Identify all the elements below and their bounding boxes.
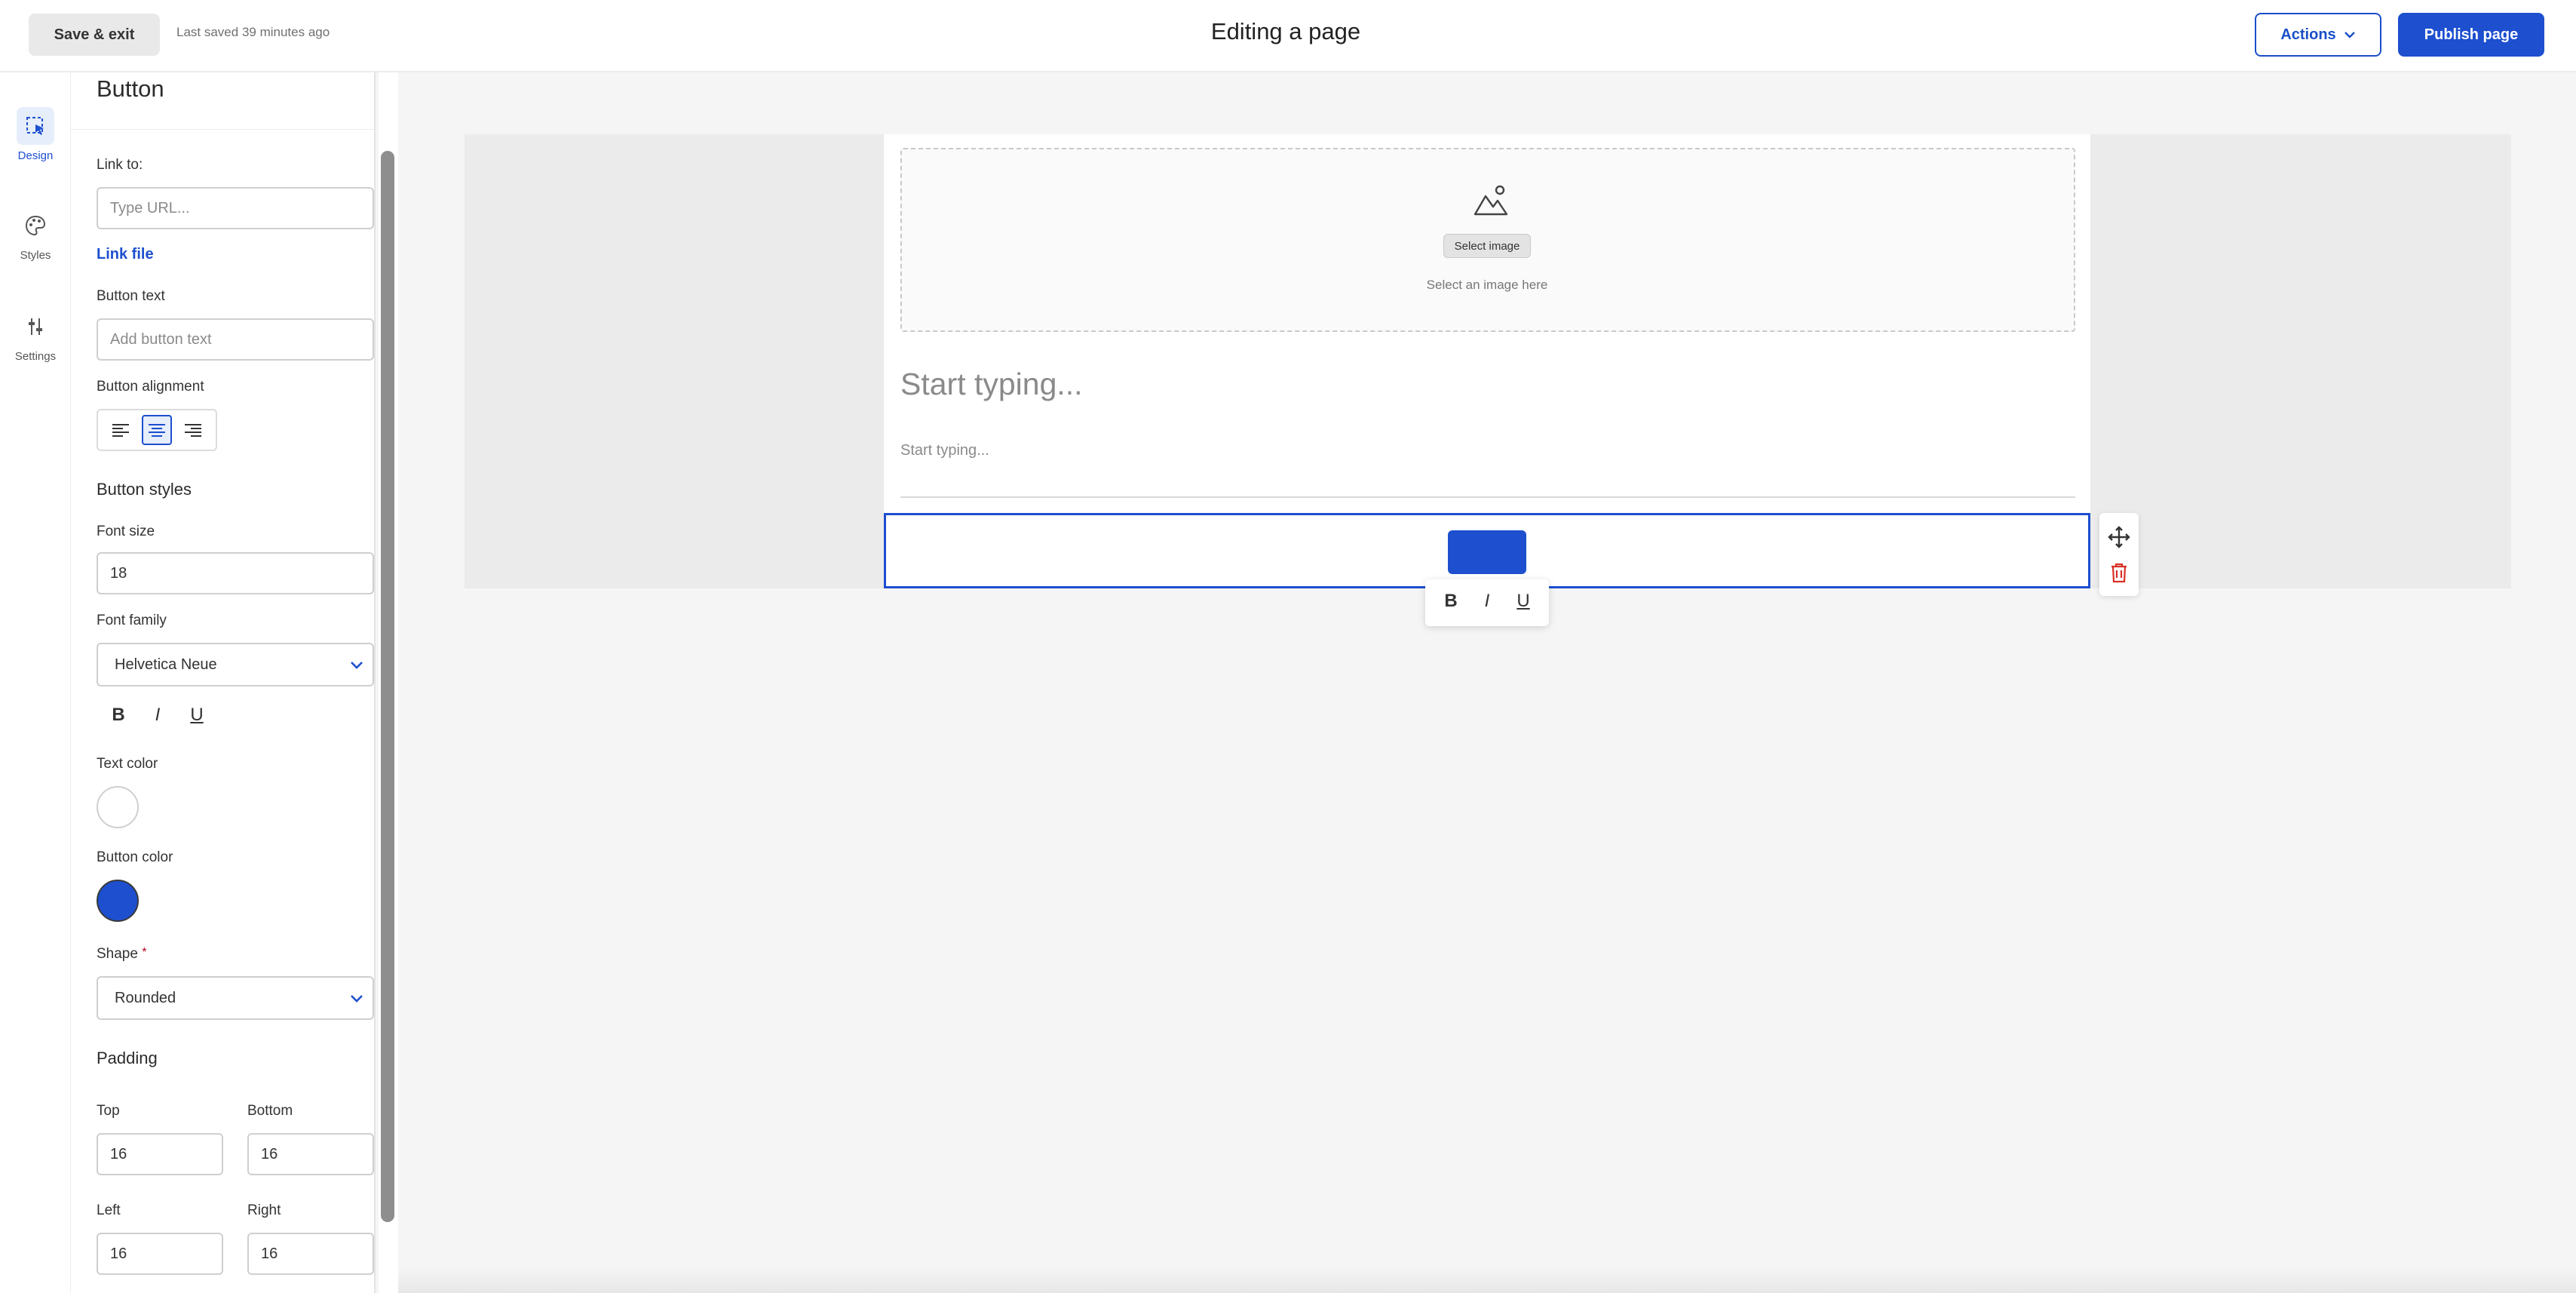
font-family-select[interactable]: Helvetica Neue (97, 643, 374, 686)
top-bar: Save & exit Last saved 39 minutes ago Ed… (0, 0, 2576, 72)
button-styles-heading: Button styles (97, 480, 192, 499)
link-url-input[interactable] (97, 187, 374, 229)
text-color-swatch[interactable] (97, 786, 139, 828)
rail-label-settings: Settings (14, 350, 57, 363)
text-color-label: Text color (97, 756, 158, 772)
panel-title: Button (97, 75, 164, 102)
padding-left-input[interactable] (97, 1233, 223, 1275)
link-file-link[interactable]: Link file (97, 246, 154, 263)
block-toolbar (2099, 513, 2139, 596)
select-image-hint: Select an image here (1426, 278, 1548, 292)
save-exit-button[interactable]: Save & exit (29, 14, 160, 56)
rail-label-styles: Styles (20, 249, 51, 262)
button-alignment-label: Button alignment (97, 379, 204, 395)
align-left-icon (112, 424, 129, 437)
page-title: Editing a page (1210, 18, 1361, 45)
italic-button[interactable]: I (148, 705, 167, 729)
paragraph-text-block[interactable]: Start typing... (900, 442, 989, 459)
padding-right-input[interactable] (247, 1233, 374, 1275)
button-text-input[interactable] (97, 318, 374, 361)
align-left-button[interactable] (106, 415, 136, 445)
align-center-button[interactable] (142, 415, 172, 445)
button-color-swatch[interactable] (97, 880, 139, 922)
publish-page-button[interactable]: Publish page (2398, 13, 2544, 57)
left-nav-rail: Design Styles Settings (0, 72, 71, 1293)
move-icon (2108, 525, 2130, 548)
button-text-label: Button text (97, 288, 165, 304)
chevron-down-icon (2344, 32, 2355, 38)
button-color-label: Button color (97, 849, 173, 865)
panel-header: Button (71, 72, 374, 130)
sliders-icon (17, 308, 54, 346)
padding-top-input[interactable] (97, 1133, 223, 1175)
button-properties-panel: Button Link to: Link file Button text Bu… (71, 72, 376, 1293)
font-size-input[interactable] (97, 552, 374, 594)
last-saved-status: Last saved 39 minutes ago (176, 25, 330, 39)
chevron-down-icon (351, 995, 363, 1003)
padding-bottom-input[interactable] (247, 1133, 374, 1175)
bold-button[interactable]: B (109, 705, 128, 729)
font-size-label: Font size (97, 524, 155, 539)
palette-icon (17, 207, 54, 244)
shape-select[interactable]: Rounded (97, 976, 374, 1020)
padding-left-label: Left (97, 1202, 121, 1218)
padding-heading: Padding (97, 1049, 158, 1067)
actions-label: Actions (2280, 26, 2336, 43)
image-icon (1474, 185, 1508, 216)
italic-button[interactable]: I (1477, 591, 1497, 615)
trash-icon (2111, 563, 2127, 582)
align-right-button[interactable] (178, 415, 208, 445)
alignment-button-group (97, 409, 217, 451)
button-preview[interactable] (1448, 530, 1526, 574)
bold-button[interactable]: B (1441, 591, 1461, 615)
shape-value: Rounded (115, 989, 176, 1006)
rail-label-design: Design (17, 149, 54, 162)
actions-button[interactable]: Actions (2255, 13, 2381, 57)
font-family-value: Helvetica Neue (115, 656, 217, 673)
align-right-icon (185, 424, 201, 437)
underline-button[interactable]: U (1513, 591, 1533, 615)
rail-item-styles[interactable]: Styles (0, 207, 71, 262)
underline-button[interactable]: U (187, 705, 207, 729)
rail-item-design[interactable]: Design (0, 107, 71, 162)
divider-line (900, 496, 2075, 498)
link-to-label: Link to: (97, 157, 143, 173)
floating-format-toolbar: B I U (1425, 579, 1549, 626)
required-marker: * (142, 946, 147, 959)
delete-block-button[interactable] (2105, 559, 2133, 586)
select-image-button[interactable]: Select image (1443, 234, 1531, 258)
move-block-button[interactable] (2105, 524, 2133, 551)
align-center-icon (149, 424, 165, 437)
padding-top-label: Top (97, 1103, 120, 1119)
rail-item-settings[interactable]: Settings (0, 308, 71, 363)
font-family-label: Font family (97, 613, 167, 628)
text-format-buttons: B I U (109, 705, 207, 729)
padding-bottom-label: Bottom (247, 1103, 293, 1119)
shape-label-text: Shape (97, 946, 138, 962)
design-icon (17, 107, 54, 145)
chevron-down-icon (351, 662, 363, 669)
heading-text-block[interactable]: Start typing... (900, 367, 1083, 402)
shape-label: Shape * (97, 946, 146, 963)
bottom-edge-shadow (398, 1267, 2576, 1293)
padding-right-label: Right (247, 1202, 281, 1218)
panel-scrollbar-thumb[interactable] (381, 151, 394, 1222)
